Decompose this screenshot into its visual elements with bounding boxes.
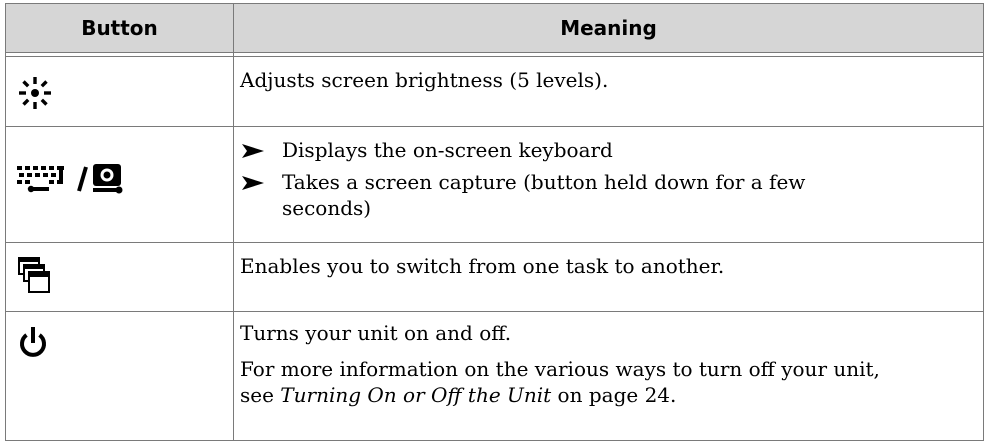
buttons-table: Button Meaning Adjusts screen brightness… bbox=[5, 3, 984, 441]
row-meaning-text: Turns your unit on and off. bbox=[240, 321, 512, 345]
table-row: Enables you to switch from one task to a… bbox=[6, 243, 983, 311]
bullet-text: Displays the on-screen keyboard bbox=[282, 138, 613, 162]
row-meaning-text: Enables you to switch from one task to a… bbox=[240, 254, 725, 278]
bullet-item: Takes a screen capture (button held down… bbox=[240, 169, 975, 221]
row-more-info: For more information on the various ways… bbox=[240, 356, 975, 408]
row-meaning-text: Adjusts screen brightness (5 levels). bbox=[240, 68, 609, 92]
more-info-see: see bbox=[240, 383, 281, 407]
table-row: Turns your unit on and off. For more inf… bbox=[6, 312, 983, 440]
bullet-text-continuation: seconds) bbox=[282, 196, 372, 220]
arrow-bullet-icon bbox=[242, 176, 264, 190]
task-switch-icon bbox=[18, 257, 50, 293]
header-meaning: Meaning bbox=[560, 16, 657, 40]
bullet-item: Displays the on-screen keyboard bbox=[240, 137, 975, 163]
bullet-text: Takes a screen capture (button held down… bbox=[282, 170, 806, 194]
power-icon bbox=[20, 327, 46, 357]
table-header: Button Meaning bbox=[6, 4, 983, 52]
header-divider bbox=[6, 52, 983, 53]
brightness-icon bbox=[19, 77, 51, 109]
table-row: Displays the on-screen keyboard Takes a … bbox=[6, 127, 983, 242]
arrow-bullet-icon bbox=[242, 144, 264, 158]
more-info-suffix: on page 24. bbox=[551, 383, 677, 407]
table-row: Adjusts screen brightness (5 levels). bbox=[6, 57, 983, 126]
header-button: Button bbox=[81, 16, 158, 40]
cross-reference-link[interactable]: Turning On or Off the Unit bbox=[280, 383, 551, 407]
keyboard-screen-capture-icon bbox=[17, 164, 123, 194]
more-info-prefix: For more information on the various ways… bbox=[240, 357, 880, 381]
